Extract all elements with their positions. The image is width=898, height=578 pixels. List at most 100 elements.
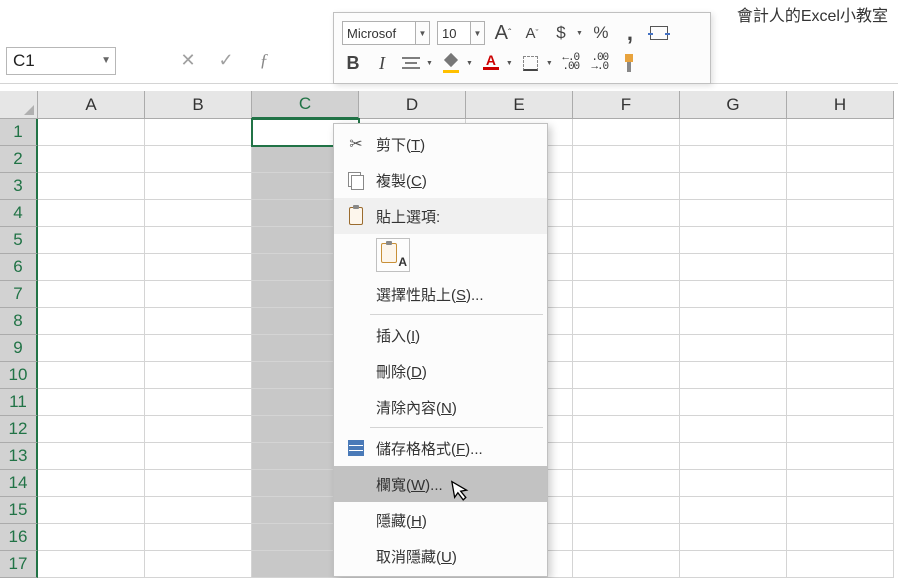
column-header-A[interactable]: A xyxy=(38,91,145,119)
increase-font-icon[interactable]: Aˆ xyxy=(492,21,514,45)
comma-icon[interactable]: , xyxy=(619,21,641,45)
cell-A17[interactable] xyxy=(38,551,145,578)
column-header-E[interactable]: E xyxy=(466,91,573,119)
cell-G2[interactable] xyxy=(680,146,787,173)
ctx-cut[interactable]: ✂ 剪下(T) xyxy=(334,126,547,162)
row-header-12[interactable]: 12 xyxy=(0,416,38,443)
cell-B3[interactable] xyxy=(145,173,252,200)
ctx-clear[interactable]: 清除內容(N) xyxy=(334,389,547,425)
row-header-11[interactable]: 11 xyxy=(0,389,38,416)
cell-F13[interactable] xyxy=(573,443,680,470)
cell-G17[interactable] xyxy=(680,551,787,578)
cell-A6[interactable] xyxy=(38,254,145,281)
font-size-dropdown-icon[interactable]: ▼ xyxy=(471,21,485,45)
cell-G8[interactable] xyxy=(680,308,787,335)
cell-A15[interactable] xyxy=(38,497,145,524)
cell-F5[interactable] xyxy=(573,227,680,254)
merge-icon[interactable] xyxy=(648,21,670,45)
cell-G7[interactable] xyxy=(680,281,787,308)
name-box-dropdown-icon[interactable]: ▼ xyxy=(101,55,111,66)
decrease-font-icon[interactable]: Aˇ xyxy=(521,21,543,45)
cell-H15[interactable] xyxy=(787,497,894,524)
cell-G14[interactable] xyxy=(680,470,787,497)
select-all-corner[interactable] xyxy=(0,91,38,119)
fill-color-icon[interactable] xyxy=(440,51,462,75)
currency-icon[interactable]: $ xyxy=(550,21,572,45)
column-header-G[interactable]: G xyxy=(680,91,787,119)
ctx-paste-special[interactable]: 選擇性貼上(S)... xyxy=(334,276,547,312)
column-header-H[interactable]: H xyxy=(787,91,894,119)
cell-B17[interactable] xyxy=(145,551,252,578)
cancel-icon[interactable]: ✕ xyxy=(176,49,200,73)
cell-B12[interactable] xyxy=(145,416,252,443)
cell-B13[interactable] xyxy=(145,443,252,470)
cell-G6[interactable] xyxy=(680,254,787,281)
bold-button[interactable]: B xyxy=(342,51,364,75)
cell-H6[interactable] xyxy=(787,254,894,281)
font-name-dropdown-icon[interactable]: ▼ xyxy=(416,21,430,45)
enter-icon[interactable]: ✓ xyxy=(214,49,238,73)
align-dropdown-icon[interactable]: ▼ xyxy=(426,60,433,67)
cell-H4[interactable] xyxy=(787,200,894,227)
cell-H5[interactable] xyxy=(787,227,894,254)
cell-G13[interactable] xyxy=(680,443,787,470)
ctx-delete[interactable]: 刪除(D) xyxy=(334,353,547,389)
cell-B7[interactable] xyxy=(145,281,252,308)
cell-G9[interactable] xyxy=(680,335,787,362)
ctx-insert[interactable]: 插入(I) xyxy=(334,317,547,353)
fill-color-dropdown-icon[interactable]: ▼ xyxy=(466,60,473,67)
cell-F3[interactable] xyxy=(573,173,680,200)
cell-A10[interactable] xyxy=(38,362,145,389)
column-header-C[interactable]: C xyxy=(252,91,359,119)
cell-G10[interactable] xyxy=(680,362,787,389)
cell-F12[interactable] xyxy=(573,416,680,443)
row-header-15[interactable]: 15 xyxy=(0,497,38,524)
cell-A8[interactable] xyxy=(38,308,145,335)
cell-B16[interactable] xyxy=(145,524,252,551)
cell-F6[interactable] xyxy=(573,254,680,281)
row-header-5[interactable]: 5 xyxy=(0,227,38,254)
align-icon[interactable] xyxy=(400,51,422,75)
cell-A14[interactable] xyxy=(38,470,145,497)
cell-G5[interactable] xyxy=(680,227,787,254)
column-header-F[interactable]: F xyxy=(573,91,680,119)
increase-decimal-icon[interactable]: ←.0.00 xyxy=(560,51,582,75)
cell-F15[interactable] xyxy=(573,497,680,524)
row-header-17[interactable]: 17 xyxy=(0,551,38,578)
font-color-dropdown-icon[interactable]: ▼ xyxy=(506,60,513,67)
border-icon[interactable] xyxy=(520,51,542,75)
cell-F17[interactable] xyxy=(573,551,680,578)
cell-B11[interactable] xyxy=(145,389,252,416)
cell-A11[interactable] xyxy=(38,389,145,416)
row-header-13[interactable]: 13 xyxy=(0,443,38,470)
cell-H8[interactable] xyxy=(787,308,894,335)
cell-A12[interactable] xyxy=(38,416,145,443)
ctx-copy[interactable]: 複製(C) xyxy=(334,162,547,198)
cell-F10[interactable] xyxy=(573,362,680,389)
row-header-10[interactable]: 10 xyxy=(0,362,38,389)
cell-H9[interactable] xyxy=(787,335,894,362)
ctx-hide[interactable]: 隱藏(H) xyxy=(334,502,547,538)
currency-dropdown-icon[interactable]: ▼ xyxy=(576,30,583,37)
cell-B1[interactable] xyxy=(145,119,252,146)
row-header-9[interactable]: 9 xyxy=(0,335,38,362)
row-header-8[interactable]: 8 xyxy=(0,308,38,335)
cell-F16[interactable] xyxy=(573,524,680,551)
ctx-column-width[interactable]: 欄寬(W)... xyxy=(334,466,547,502)
cell-A2[interactable] xyxy=(38,146,145,173)
row-header-7[interactable]: 7 xyxy=(0,281,38,308)
column-header-B[interactable]: B xyxy=(145,91,252,119)
cell-H11[interactable] xyxy=(787,389,894,416)
decrease-decimal-icon[interactable]: .00→.0 xyxy=(589,51,611,75)
cell-B10[interactable] xyxy=(145,362,252,389)
cell-G12[interactable] xyxy=(680,416,787,443)
cell-B5[interactable] xyxy=(145,227,252,254)
font-name-input[interactable] xyxy=(342,21,416,45)
cell-A7[interactable] xyxy=(38,281,145,308)
cell-G3[interactable] xyxy=(680,173,787,200)
column-header-D[interactable]: D xyxy=(359,91,466,119)
cell-F8[interactable] xyxy=(573,308,680,335)
border-dropdown-icon[interactable]: ▼ xyxy=(546,60,553,67)
fx-icon[interactable]: ƒ xyxy=(252,49,276,73)
cell-G11[interactable] xyxy=(680,389,787,416)
